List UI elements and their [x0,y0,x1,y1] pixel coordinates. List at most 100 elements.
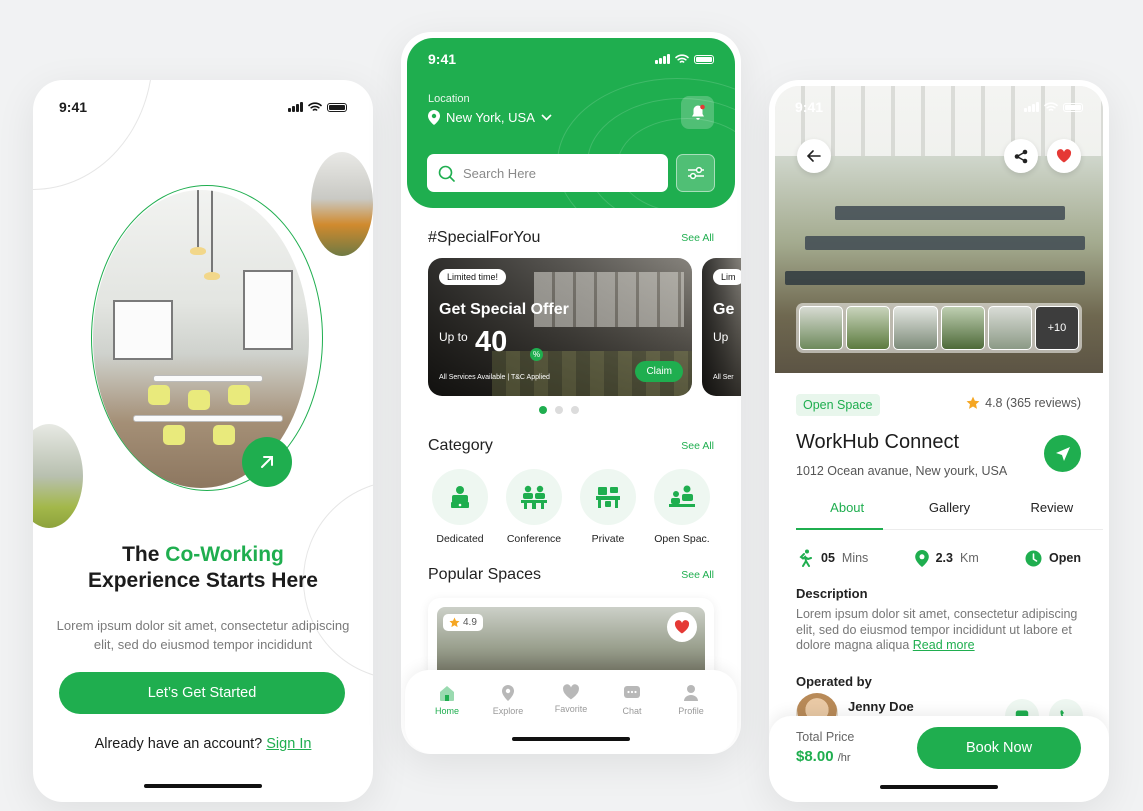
tab-chat[interactable]: Chat [607,684,657,716]
get-started-button[interactable]: Let’s Get Started [59,672,345,714]
price-unit: /hr [837,752,851,764]
chat-icon [624,686,640,698]
tab-label: Explore [492,706,524,716]
home-indicator [880,785,998,789]
favorite-button[interactable] [1047,139,1081,173]
notification-button[interactable] [681,96,714,129]
space-stats: 05 Mins 2.3 Km Open [796,549,1081,567]
popular-title: Popular Spaces [428,566,541,583]
popular-section-header: Popular Spaces See All [428,566,714,584]
more-photos-button[interactable]: +10 [1034,306,1080,350]
arrow-forward-button[interactable] [242,437,292,487]
special-offer-card[interactable]: Limited time! Get Special Offer Up to 40… [428,258,692,396]
onboarding-title: The Co-Working Experience Starts Here [33,542,373,594]
category-private[interactable]: Private [571,469,645,545]
signin-link[interactable]: Sign In [266,736,311,752]
status-time: 9:41 [428,51,457,67]
search-icon [438,165,455,182]
conference-icon [506,469,562,525]
photo-thumbnail[interactable] [893,306,938,350]
offer-value: 40 [475,326,508,358]
stat-unit: Mins [841,551,869,565]
location-pin-icon [428,110,440,125]
status-icons [1024,102,1083,112]
category-label: Conference [506,533,562,545]
tab-gallery[interactable]: Gallery [898,496,1000,529]
photo-thumbnail[interactable] [799,306,844,350]
onboarding-description: Lorem ipsum dolor sit amet, consectetur … [56,618,350,652]
tab-favorite[interactable]: Favorite [546,684,596,714]
photo-thumbnail[interactable] [846,306,891,350]
chevron-down-icon [541,114,552,121]
category-label: Open Spac. [654,533,710,545]
signal-icon [655,54,670,64]
popular-see-all-link[interactable]: See All [681,569,714,581]
photo-thumbnail[interactable] [987,306,1032,350]
carousel-dots[interactable] [539,406,579,414]
profile-icon [684,685,698,701]
wifi-icon [308,102,322,111]
title-highlight: Co-Working [165,543,284,566]
explore-icon [502,685,514,701]
tab-about[interactable]: About [796,496,898,530]
arrow-left-icon [807,150,821,162]
status-icons [288,102,347,112]
special-offer-card-peek[interactable]: Lim Ge Up All Ser [702,258,741,396]
location-header: 9:41 Location New York, USA [407,38,735,208]
limited-badge: Lim [713,269,741,285]
tab-explore[interactable]: Explore [483,684,533,716]
stat-open-status: Open [1025,549,1081,567]
share-button[interactable] [1004,139,1038,173]
tab-label: Chat [622,706,642,716]
offer-upto: Up to [439,330,468,344]
offer-title: Ge [713,301,735,318]
dedicated-desk-icon [432,469,488,525]
signin-row: Already have an account? Sign In [33,736,373,752]
category-conference[interactable]: Conference [497,469,571,545]
description-heading: Description [796,586,868,601]
arrow-up-right-icon [261,456,273,468]
home-screen: 9:41 Location New York, USA #SpecialForY… [401,32,741,754]
favorite-button[interactable] [667,612,697,642]
tab-profile[interactable]: Profile [666,684,716,716]
book-now-button[interactable]: Book Now [917,727,1081,769]
walking-icon [799,549,812,567]
wifi-icon [675,54,689,63]
heart-icon [563,684,579,700]
decorative-arc [33,80,153,190]
special-see-all-link[interactable]: See All [681,232,714,244]
signin-prompt: Already have an account? [94,736,263,752]
back-button[interactable] [797,139,831,173]
read-more-link[interactable]: Read more [913,638,975,652]
space-type-tag: Open Space [796,394,880,416]
tab-home[interactable]: Home [422,684,472,716]
stat-unit: Km [960,551,979,565]
search-field[interactable] [427,154,668,192]
battery-icon [1063,102,1083,112]
category-section-header: Category See All [428,437,714,455]
location-value: New York, USA [446,110,535,125]
private-office-icon [580,469,636,525]
open-space-icon [654,469,710,525]
search-input[interactable] [463,165,643,181]
location-label: Location [428,93,470,105]
location-selector[interactable]: New York, USA [428,110,552,125]
filter-button[interactable] [676,154,715,192]
status-bar: 9:41 [775,92,1103,122]
rating-value: 4.9 [463,617,477,628]
photo-thumbnail[interactable] [940,306,985,350]
directions-button[interactable] [1044,435,1081,472]
space-title: WorkHub Connect [796,431,960,453]
operator-name: Jenny Doe [848,699,914,714]
category-dedicated[interactable]: Dedicated [423,469,497,545]
stat-value: 05 [821,551,835,565]
operated-by-heading: Operated by [796,674,872,689]
category-open-space[interactable]: Open Spac. [645,469,719,545]
price-value: $8.00 [796,748,834,765]
claim-button[interactable]: Claim [635,361,683,382]
rating-text: 4.8 (365 reviews) [985,396,1081,410]
tab-review[interactable]: Review [1001,496,1103,529]
signal-icon [288,102,303,112]
category-see-all-link[interactable]: See All [681,440,714,452]
star-icon [966,396,980,409]
